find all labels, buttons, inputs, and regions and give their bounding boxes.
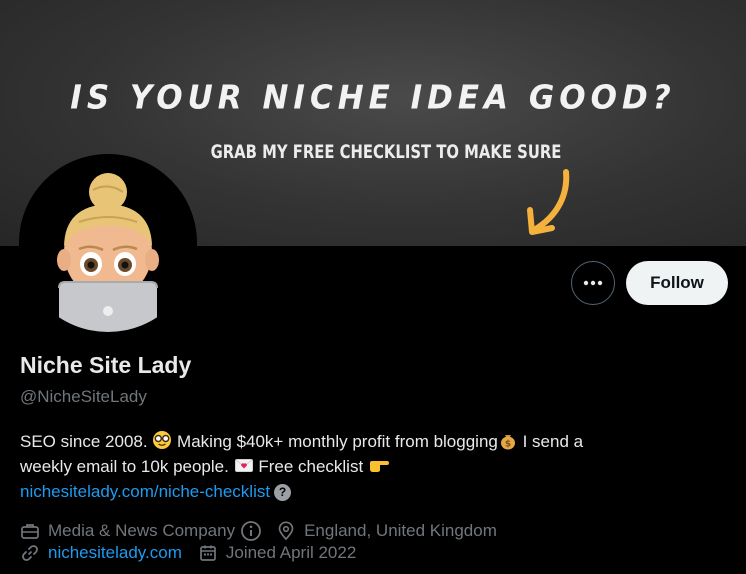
svg-text:$: $: [505, 440, 511, 450]
bio-text: Free checklist: [258, 457, 364, 476]
more-options-button[interactable]: [571, 261, 615, 305]
profile-meta-row-2: nichesitelady.com Joined April 2022: [20, 543, 356, 563]
bio-line-2: weekly email to 10k people. Free checkli…: [20, 454, 720, 479]
professional-category: Media & News Company: [48, 521, 236, 540]
pointing-right-icon: [369, 461, 389, 472]
bio-text: weekly email to 10k people.: [20, 457, 229, 476]
follow-button[interactable]: Follow: [626, 261, 728, 305]
avatar[interactable]: [19, 154, 197, 332]
bio-text: Making $40k+ monthly profit from bloggin…: [177, 432, 498, 451]
profile-meta-row-1: Media & News Company England, United Kin…: [20, 520, 497, 542]
join-date: Joined April 2022: [225, 543, 357, 562]
banner-headline: IS YOUR NICHE IDEA GOOD?: [70, 79, 676, 117]
profile-name: Niche Site Lady: [20, 352, 192, 378]
info-icon[interactable]: [240, 520, 262, 542]
bio-line-3: nichesitelady.com/niche-checklist?: [20, 479, 720, 504]
briefcase-icon: [21, 524, 39, 539]
profile-handle: @NicheSiteLady: [20, 387, 147, 406]
location-icon: [278, 521, 294, 541]
nerd-face-icon: [153, 431, 172, 449]
bio-link[interactable]: nichesitelady.com/niche-checklist: [20, 482, 270, 501]
more-icon: [583, 280, 603, 286]
banner-arrow-icon: [527, 169, 570, 235]
love-letter-icon: [234, 459, 253, 472]
location-text: England, United Kingdom: [304, 521, 497, 540]
profile-bio: SEO since 2008. Making $40k+ monthly pro…: [20, 429, 720, 504]
website-link[interactable]: nichesitelady.com: [48, 543, 182, 563]
question-icon[interactable]: ?: [274, 484, 292, 501]
bio-text: I send a: [522, 432, 584, 451]
link-icon: [22, 545, 38, 561]
bio-text: SEO since 2008.: [20, 432, 148, 451]
calendar-icon: [200, 545, 216, 561]
money-bag-icon: $: [500, 435, 515, 450]
bio-line-1: SEO since 2008. Making $40k+ monthly pro…: [20, 429, 720, 454]
